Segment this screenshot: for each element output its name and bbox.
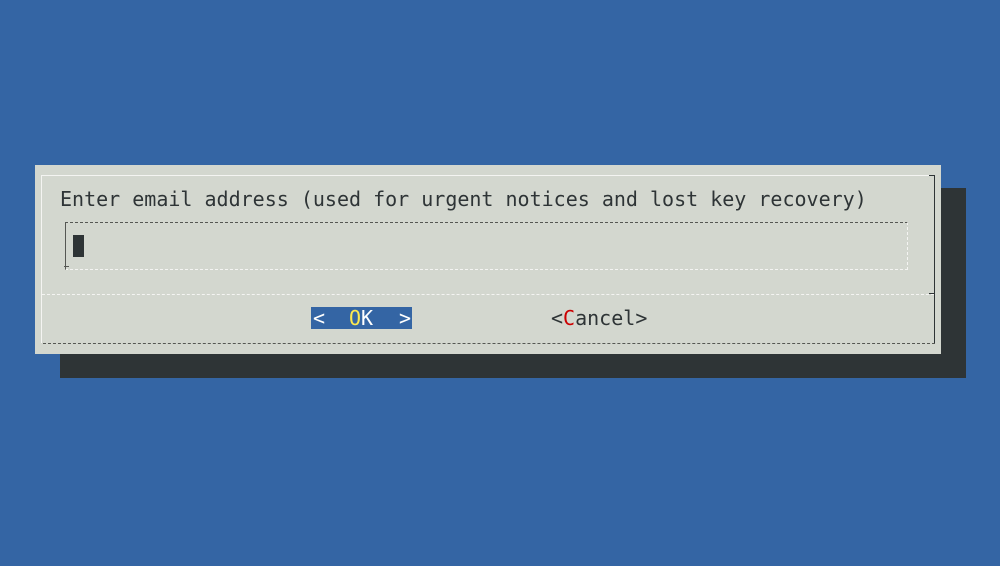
dialog-frame-bottom (43, 343, 935, 344)
cancel-hotkey-letter: C (563, 306, 576, 330)
cancel-right-bracket: > (635, 306, 648, 330)
input-frame-corner (64, 266, 69, 267)
ok-left-bracket: < (313, 306, 326, 330)
ok-hotkey-letter: O (349, 306, 362, 330)
email-dialog: Enter email address (used for urgent not… (35, 165, 941, 354)
email-input[interactable] (73, 234, 893, 258)
text-cursor (73, 235, 84, 257)
button-separator (42, 294, 934, 295)
ok-label-rest: K (361, 306, 374, 330)
cancel-button[interactable]: <Cancel> (551, 307, 647, 329)
email-input-box[interactable] (65, 222, 908, 270)
dialog-frame-corner (929, 175, 935, 176)
ok-button[interactable]: < O K > (311, 307, 412, 329)
cancel-label-rest: ancel (575, 306, 636, 330)
dialog-prompt: Enter email address (used for urgent not… (60, 187, 867, 211)
dialog-frame-top (41, 175, 935, 176)
dialog-frame-left (41, 175, 42, 343)
cancel-left-bracket: < (551, 306, 564, 330)
dialog-frame-right (934, 175, 935, 343)
ok-right-bracket: > (399, 306, 412, 330)
separator-corner (929, 293, 935, 294)
